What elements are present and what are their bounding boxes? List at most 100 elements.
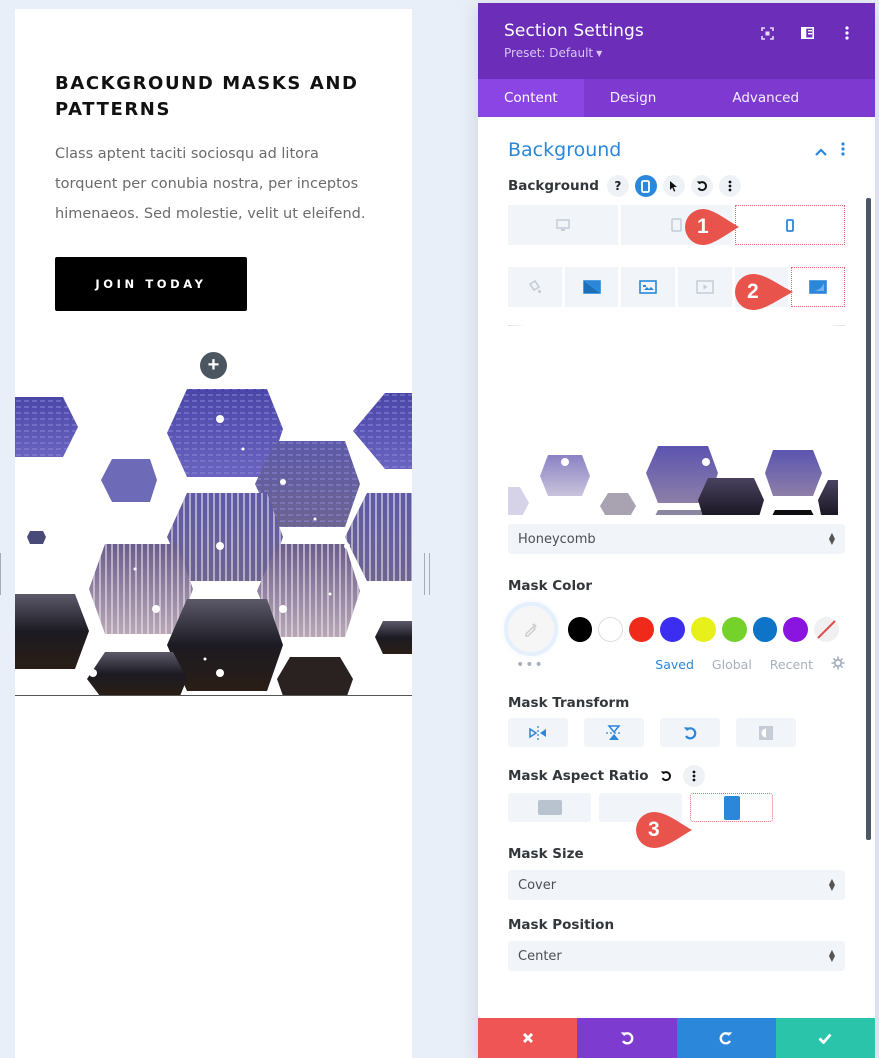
- tablet-icon: [671, 218, 682, 232]
- select-arrows-icon: ▲ ▼: [828, 948, 835, 963]
- flip-horizontal-button[interactable]: [508, 718, 568, 747]
- bg-mask-button[interactable]: [791, 267, 846, 307]
- swatch-purple[interactable]: [783, 616, 809, 642]
- close-icon: [522, 1032, 533, 1044]
- device-phone-button[interactable]: [734, 205, 845, 245]
- tab-advanced[interactable]: Advanced: [682, 79, 825, 117]
- select-arrows-icon: ▲ ▼: [828, 877, 835, 892]
- bg-gradient-button[interactable]: [564, 267, 619, 307]
- resize-handle-left[interactable]: [0, 553, 3, 595]
- join-today-button[interactable]: JOIN TODAY: [55, 257, 247, 311]
- section-divider: [15, 695, 412, 696]
- swatch-green[interactable]: [721, 616, 747, 642]
- palette-tab-recent[interactable]: Recent: [770, 657, 813, 672]
- mask-position-select[interactable]: Center ▲ ▼: [508, 941, 845, 971]
- phone-icon[interactable]: [634, 175, 657, 197]
- panel-header: Section Settings Preset: Default ▼: [478, 3, 875, 79]
- color-picker-button[interactable]: [508, 606, 554, 652]
- swatch-black[interactable]: [567, 616, 593, 642]
- bg-video-button[interactable]: [678, 267, 732, 307]
- mask-style-value: Honeycomb: [518, 531, 596, 547]
- plus-icon: +: [207, 354, 220, 376]
- swatch-red[interactable]: [629, 616, 655, 642]
- section-settings-panel: Section Settings Preset: Default ▼ Conte…: [478, 3, 875, 1058]
- mask-position-label: Mask Position: [508, 917, 615, 933]
- palette-tab-global[interactable]: Global: [712, 657, 752, 672]
- expand-icon[interactable]: [757, 23, 777, 43]
- chevron-up-icon[interactable]: [815, 141, 827, 160]
- preset-label: Preset: Default: [504, 46, 594, 60]
- swatch-white[interactable]: [598, 616, 624, 642]
- aspect-portrait-button[interactable]: [690, 793, 773, 822]
- more-colors-icon[interactable]: •••: [508, 657, 544, 673]
- flip-horizontal-icon: [529, 725, 546, 740]
- swatch-yellow[interactable]: [690, 616, 716, 642]
- bg-color-button[interactable]: [508, 267, 562, 307]
- mask-preview: [508, 325, 845, 515]
- mask-size-select[interactable]: Cover ▲ ▼: [508, 870, 845, 900]
- swatch-none[interactable]: [814, 616, 839, 642]
- help-icon[interactable]: ?: [606, 175, 629, 197]
- palette-settings-icon[interactable]: [831, 656, 845, 673]
- check-icon: [818, 1033, 832, 1044]
- flip-vertical-button[interactable]: [584, 718, 644, 747]
- mask-transform-label: Mask Transform: [508, 695, 630, 711]
- mask-style-select[interactable]: Honeycomb ▲ ▼: [508, 524, 845, 554]
- mask-icon: [809, 280, 827, 294]
- rotate-icon: [683, 726, 697, 739]
- reset-icon[interactable]: [690, 175, 713, 197]
- resize-handle-right[interactable]: [424, 553, 430, 595]
- callout-1: 1: [683, 207, 741, 247]
- phone-icon: [785, 218, 794, 232]
- split-view-icon[interactable]: [797, 23, 817, 43]
- caret-down-icon: ▼: [596, 48, 603, 58]
- image-icon: [639, 280, 657, 294]
- paint-bucket-icon: [529, 280, 542, 293]
- honeycomb-mask-image: [15, 369, 412, 696]
- tab-content[interactable]: Content: [478, 79, 584, 117]
- redo-icon: [719, 1032, 733, 1045]
- swatch-dark-blue[interactable]: [752, 616, 778, 642]
- callout-3: 3: [634, 810, 694, 850]
- more-vertical-icon[interactable]: [718, 175, 741, 197]
- portrait-icon: [723, 795, 740, 820]
- discard-button[interactable]: [478, 1018, 578, 1058]
- mask-aspect-ratio-label: Mask Aspect Ratio: [508, 768, 649, 784]
- redo-button[interactable]: [676, 1018, 776, 1058]
- device-selector: [508, 205, 845, 245]
- bg-image-button[interactable]: [621, 267, 676, 307]
- swatch-blue[interactable]: [660, 616, 685, 642]
- save-button[interactable]: [775, 1018, 875, 1058]
- page-preview: BACKGROUND MASKS AND PATTERNS Class apte…: [15, 9, 412, 1058]
- add-row-button[interactable]: +: [200, 352, 227, 379]
- color-swatches: [508, 606, 845, 652]
- flip-vertical-icon: [606, 724, 622, 740]
- callout-2: 2: [733, 272, 795, 312]
- undo-button[interactable]: [577, 1018, 677, 1058]
- mask-color-label: Mask Color: [508, 578, 592, 594]
- pointer-icon[interactable]: [662, 175, 685, 197]
- eyedropper-icon: [525, 623, 537, 637]
- panel-footer: [478, 1018, 875, 1058]
- invert-icon: [759, 725, 773, 740]
- desktop-icon: [556, 218, 570, 231]
- preset-dropdown[interactable]: Preset: Default ▼: [504, 46, 602, 60]
- gradient-icon: [582, 280, 601, 294]
- invert-button[interactable]: [736, 718, 796, 747]
- rotate-button[interactable]: [660, 718, 720, 747]
- tab-design[interactable]: Design: [584, 79, 683, 117]
- background-section-title[interactable]: Background: [508, 139, 621, 161]
- aspect-landscape-button[interactable]: [508, 793, 591, 822]
- preview-body-text: Class aptent taciti sociosqu ad litora t…: [55, 146, 366, 222]
- palette-tab-saved[interactable]: Saved: [655, 657, 694, 672]
- mask-position-value: Center: [518, 948, 562, 964]
- reset-icon[interactable]: [655, 765, 677, 787]
- more-vertical-icon[interactable]: [682, 765, 705, 787]
- device-desktop-button[interactable]: [508, 205, 619, 245]
- preview-heading: BACKGROUND MASKS AND PATTERNS: [55, 73, 359, 120]
- select-arrows-icon: ▲ ▼: [828, 531, 835, 546]
- background-field-label: Background: [508, 178, 599, 194]
- panel-scrollbar[interactable]: [866, 198, 871, 840]
- more-vertical-icon[interactable]: [837, 23, 857, 43]
- section-more-icon[interactable]: [841, 141, 845, 160]
